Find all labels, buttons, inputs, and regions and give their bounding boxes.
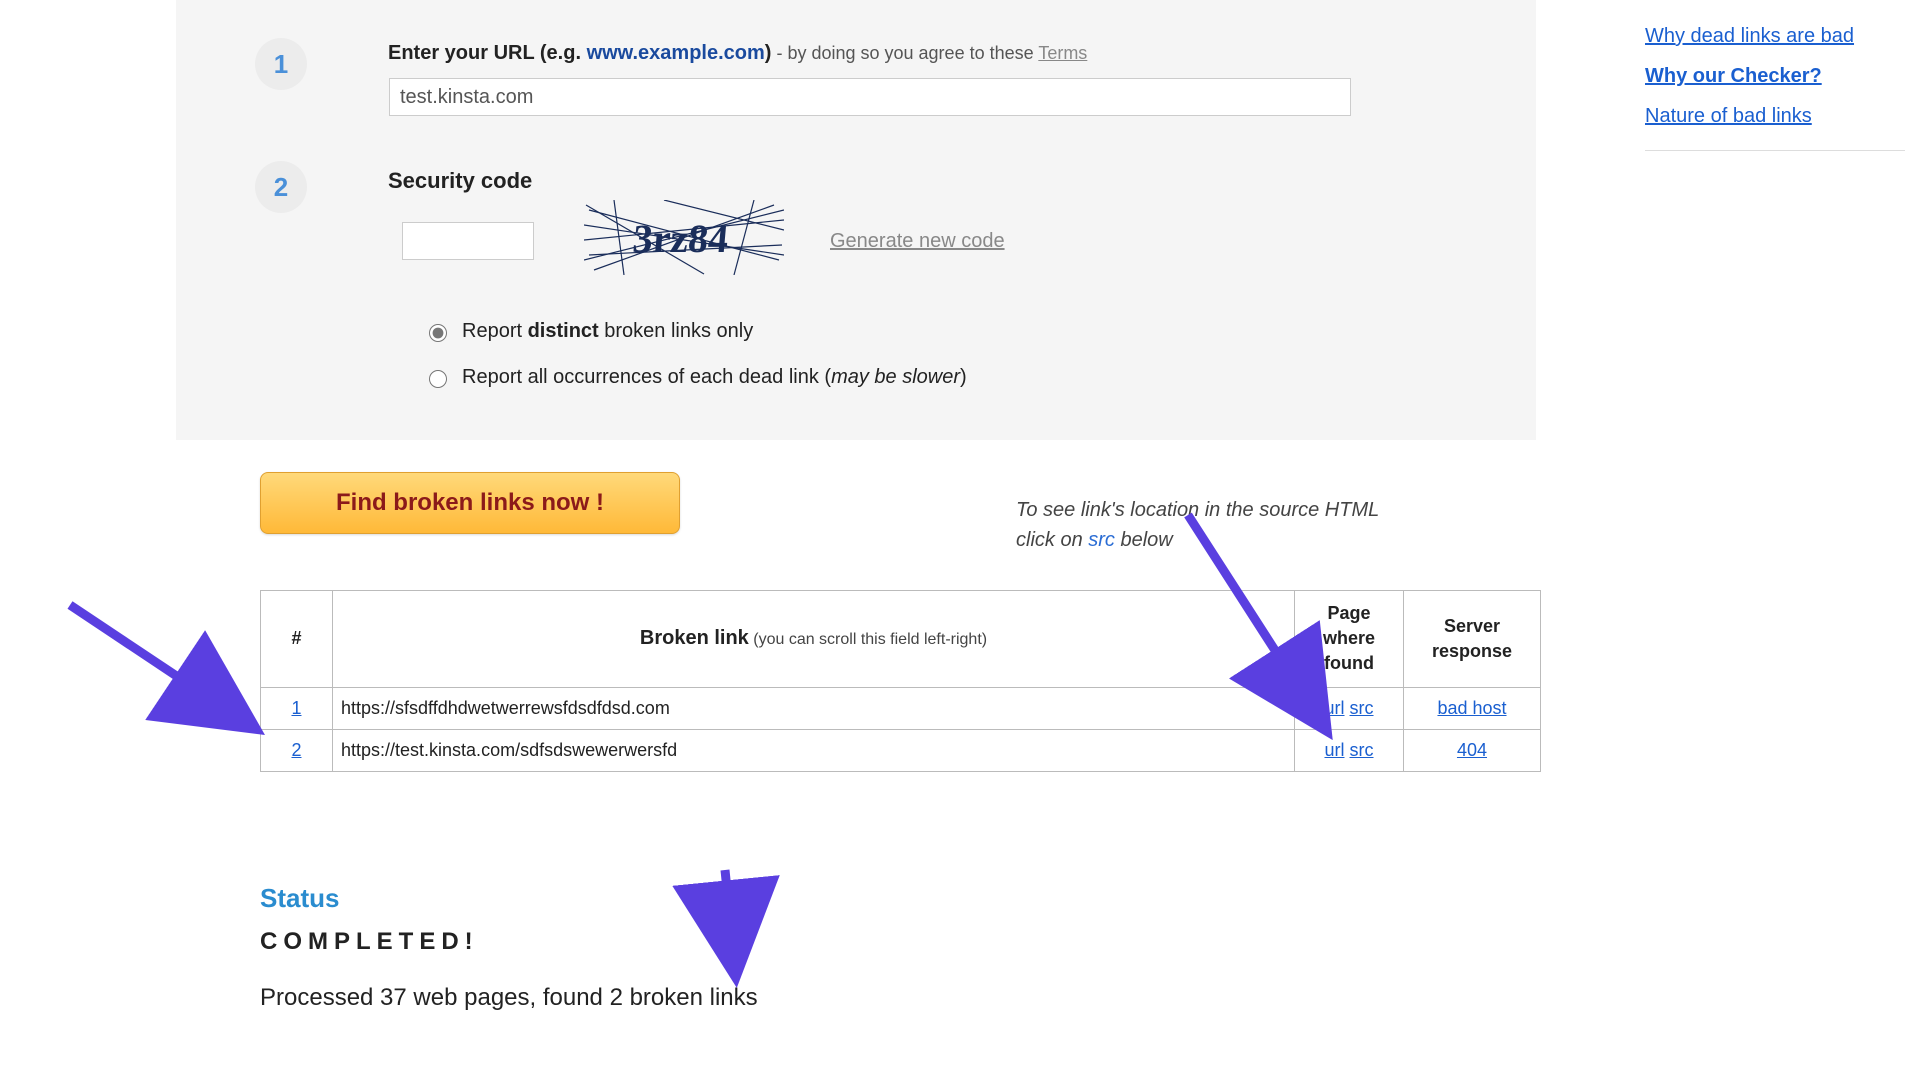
annotation-arrow-1 (60, 595, 280, 779)
step-badge-1: 1 (255, 38, 307, 90)
sidebar-link-nature[interactable]: Nature of bad links (1645, 96, 1905, 136)
status-completed: COMPLETED! (260, 928, 479, 956)
row-response-link[interactable]: 404 (1457, 740, 1487, 760)
sidebar-link-our-checker[interactable]: Why our Checker? (1645, 56, 1905, 96)
find-broken-links-button[interactable]: Find broken links now ! (260, 472, 680, 534)
security-code-label: Security code (388, 168, 532, 194)
radio-distinct-input[interactable] (429, 324, 447, 342)
row-src-link[interactable]: src (1350, 740, 1374, 760)
col-broken-link: Broken link (you can scroll this field l… (333, 591, 1295, 688)
col-server-response: Server response (1404, 591, 1541, 688)
table-row: 1 https://sfsdffdhdwetwerrewsfdsdfdsd.co… (261, 687, 1541, 729)
src-hint-line1: To see link's location in the source HTM… (1016, 495, 1379, 525)
row-broken-link: https://test.kinsta.com/sdfsdswewerwersf… (333, 729, 1295, 771)
url-label-example: www.example.com (587, 42, 765, 64)
generate-new-code-link[interactable]: Generate new code (830, 230, 1005, 253)
src-hint: To see link's location in the source HTM… (1016, 495, 1379, 555)
row-url-link[interactable]: url (1324, 740, 1344, 760)
url-input[interactable] (389, 78, 1351, 116)
captcha-image: 3rz84 (584, 200, 784, 275)
captcha-text: 3rz84 (631, 216, 730, 261)
status-message: Processed 37 web pages, found 2 broken l… (260, 984, 758, 1012)
terms-link[interactable]: Terms (1038, 43, 1087, 63)
col-num: # (261, 591, 333, 688)
url-label-paren-open: (e.g. (534, 42, 586, 64)
row-response-link[interactable]: bad host (1437, 698, 1506, 718)
step-badge-2: 2 (255, 161, 307, 213)
table-row: 2 https://test.kinsta.com/sdfsdswewerwer… (261, 729, 1541, 771)
sidebar-links: Why dead links are bad Why our Checker? … (1645, 16, 1905, 161)
radio-distinct-label: Report distinct broken links only (462, 320, 753, 343)
results-table: # Broken link (you can scroll this field… (260, 590, 1541, 772)
status-header: Status (260, 883, 339, 914)
url-label-hint: - by doing so you agree to these (771, 43, 1038, 63)
radio-all-label: Report all occurrences of each dead link… (462, 366, 967, 389)
col-page-where-found: Page where found (1295, 591, 1404, 688)
stage: 1 2 Enter your URL (e.g. www.example.com… (0, 0, 1911, 1079)
radio-distinct[interactable]: Report distinct broken links only (424, 320, 753, 343)
sidebar-link-dead-links[interactable]: Why dead links are bad (1645, 16, 1905, 56)
row-url-link[interactable]: url (1324, 698, 1344, 718)
row-src-link[interactable]: src (1350, 698, 1374, 718)
src-hint-src: src (1088, 529, 1115, 551)
url-label: Enter your URL (e.g. www.example.com) - … (388, 42, 1087, 65)
url-label-main: Enter your URL (388, 42, 534, 64)
row-num-link[interactable]: 1 (291, 698, 301, 718)
row-num-link[interactable]: 2 (291, 740, 301, 760)
security-code-input[interactable] (402, 222, 534, 260)
radio-all-input[interactable] (429, 370, 447, 388)
radio-all[interactable]: Report all occurrences of each dead link… (424, 366, 967, 389)
sidebar-divider (1645, 150, 1905, 151)
row-broken-link: https://sfsdffdhdwetwerrewsfdsdfdsd.com (333, 687, 1295, 729)
annotation-arrow-3 (700, 860, 760, 994)
